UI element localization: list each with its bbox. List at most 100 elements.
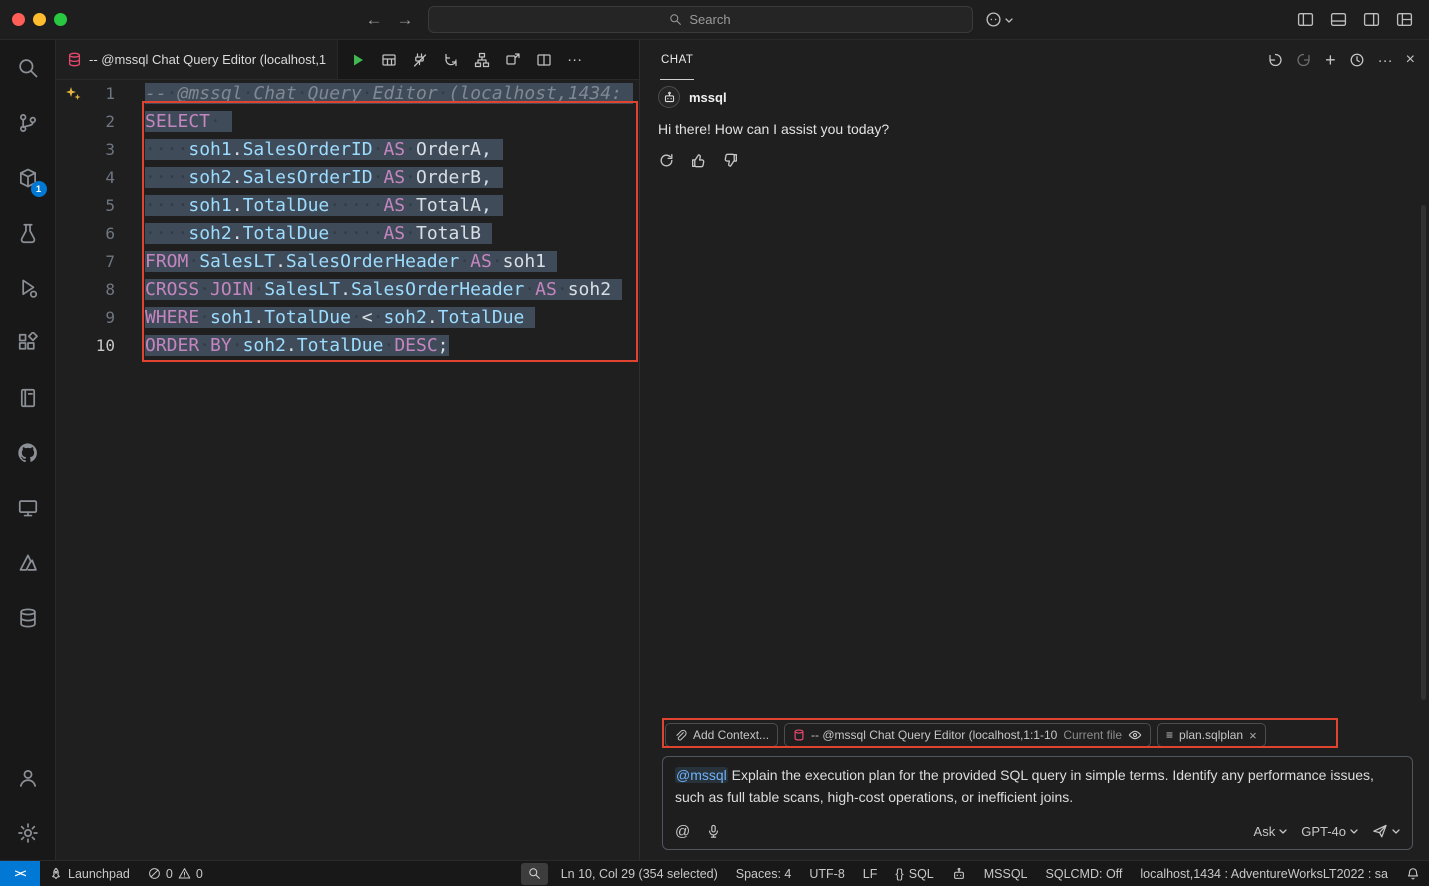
status-indentation[interactable]: Spaces: 4 [727, 861, 801, 886]
status-copilot[interactable] [943, 861, 975, 886]
estimated-plan-button[interactable] [474, 52, 490, 68]
line-number[interactable]: 7 [56, 248, 115, 276]
context-chip-plan-file[interactable]: ≡ plan.sqlplan × [1157, 723, 1266, 747]
line-number[interactable]: 8 [56, 276, 115, 304]
code-line[interactable]: ····soh1.SalesOrderID·AS·OrderA, [145, 136, 639, 164]
code-line[interactable]: ORDER·BY·soh2.TotalDue·DESC; [145, 332, 639, 360]
thumbs-up-icon[interactable] [690, 152, 707, 169]
more-actions-icon[interactable]: ··· [1378, 53, 1393, 68]
status-cursor-position[interactable]: Ln 10, Col 29 (354 selected) [552, 861, 727, 886]
customize-layout-icon[interactable] [1396, 11, 1413, 28]
sidebar-item-github[interactable] [0, 425, 56, 480]
mention-icon[interactable]: @ [675, 823, 690, 840]
line-number[interactable]: 10 [56, 332, 115, 360]
status-notifications[interactable] [1397, 861, 1429, 886]
sidebar-item-account[interactable] [0, 750, 56, 805]
close-chat-icon[interactable]: × [1406, 52, 1415, 68]
split-editor-button[interactable] [536, 52, 552, 68]
sidebar-item-docs[interactable] [0, 370, 56, 425]
results-grid-button[interactable] [381, 52, 397, 68]
new-chat-icon[interactable]: + [1325, 51, 1336, 69]
line-number[interactable]: 6 [56, 220, 115, 248]
title-bar: ← → Search [0, 0, 1429, 40]
add-context-button[interactable]: Add Context... [665, 723, 778, 747]
activity-bar: 1 [0, 40, 56, 860]
code-line[interactable]: ····soh2.TotalDue·····AS·TotalB [145, 220, 639, 248]
robot-icon [952, 867, 966, 881]
status-connection[interactable]: localhost,1434 : AdventureWorksLT2022 : … [1131, 861, 1397, 886]
sidebar-item-run-debug[interactable] [0, 260, 56, 315]
command-center-search[interactable]: Search [428, 6, 973, 33]
chat-input-text[interactable]: @mssql Explain the execution plan for th… [675, 764, 1400, 819]
close-window-button[interactable] [12, 13, 25, 26]
chat-panel: CHAT + ··· × [640, 40, 1429, 860]
toggle-secondary-sidebar-icon[interactable] [1363, 11, 1380, 28]
code-line[interactable]: ····soh2.SalesOrderID·AS·OrderB, [145, 164, 639, 192]
minimize-window-button[interactable] [33, 13, 46, 26]
toggle-sidebar-icon[interactable] [1297, 11, 1314, 28]
mssql-avatar [658, 86, 680, 108]
editor-group: -- @mssql Chat Query Editor (localhost,1 [56, 40, 640, 860]
sidebar-item-database-projects[interactable] [0, 590, 56, 645]
line-number[interactable]: 4 [56, 164, 115, 192]
sidebar-item-source-control[interactable] [0, 95, 56, 150]
sidebar-item-testing[interactable] [0, 205, 56, 260]
eye-icon[interactable] [1128, 728, 1142, 742]
mode-dropdown[interactable]: Ask [1254, 824, 1288, 839]
status-mssql[interactable]: MSSQL [975, 861, 1037, 886]
run-query-button[interactable] [350, 52, 366, 68]
sidebar-item-search[interactable] [0, 40, 56, 95]
sidebar-item-extensions[interactable] [0, 315, 56, 370]
query-options-button[interactable] [505, 52, 521, 68]
line-number[interactable]: 2 [56, 108, 115, 136]
change-connection-button[interactable] [443, 52, 459, 68]
status-zoom-button[interactable] [521, 863, 548, 885]
search-icon [17, 57, 39, 79]
line-number[interactable]: 5 [56, 192, 115, 220]
toggle-panel-icon[interactable] [1330, 11, 1347, 28]
code-editor[interactable]: 12345678910 --·@mssql·Chat·Query·Editor·… [56, 80, 639, 860]
regenerate-icon[interactable] [658, 152, 675, 169]
status-launchpad[interactable]: Launchpad [40, 861, 139, 886]
code-line[interactable]: ····soh1.TotalDue·····AS·TotalA, [145, 192, 639, 220]
copilot-menu-button[interactable] [985, 11, 1013, 28]
navigate-forward-button[interactable]: → [397, 10, 414, 30]
line-number[interactable]: 3 [56, 136, 115, 164]
sidebar-item-remote-explorer[interactable] [0, 480, 56, 535]
context-chip-current-file[interactable]: -- @mssql Chat Query Editor (localhost,1… [784, 723, 1151, 747]
remove-attachment-icon[interactable]: × [1249, 728, 1257, 743]
status-encoding[interactable]: UTF-8 [800, 861, 853, 886]
maximize-window-button[interactable] [54, 13, 67, 26]
code-line[interactable]: FROM·SalesLT.SalesOrderHeader·AS·soh1 [145, 248, 639, 276]
extensions-icon [17, 332, 39, 354]
redo-icon[interactable] [1296, 52, 1312, 68]
code-line[interactable]: SELECT· [145, 108, 639, 136]
history-icon[interactable] [1349, 52, 1365, 68]
disconnect-button[interactable] [412, 52, 428, 68]
status-sqlcmd[interactable]: SQLCMD: Off [1037, 861, 1132, 886]
paperclip-icon [674, 729, 687, 742]
copilot-sparkle-icon[interactable] [64, 85, 82, 103]
sidebar-item-settings[interactable] [0, 805, 56, 860]
status-language-mode[interactable]: {} SQL [886, 861, 942, 886]
undo-icon[interactable] [1267, 52, 1283, 68]
scrollbar[interactable] [1421, 205, 1426, 700]
remote-indicator[interactable]: >< [0, 861, 40, 886]
tab-mssql-query-editor[interactable]: -- @mssql Chat Query Editor (localhost,1 [56, 40, 338, 79]
thumbs-down-icon[interactable] [722, 152, 739, 169]
code-lines[interactable]: --·@mssql·Chat·Query·Editor·(localhost,1… [145, 80, 639, 860]
microphone-icon[interactable] [706, 824, 721, 839]
code-line[interactable]: WHERE·soh1.TotalDue·<·soh2.TotalDue [145, 304, 639, 332]
send-button[interactable] [1372, 823, 1400, 839]
chat-input-box[interactable]: @mssql Explain the execution plan for th… [662, 756, 1413, 850]
model-dropdown[interactable]: GPT-4o [1301, 824, 1358, 839]
sidebar-item-azure[interactable] [0, 535, 56, 590]
more-actions-icon[interactable]: ··· [567, 52, 582, 67]
navigate-back-button[interactable]: ← [366, 10, 383, 30]
code-line[interactable]: --·@mssql·Chat·Query·Editor·(localhost,1… [145, 80, 639, 108]
status-eol[interactable]: LF [854, 861, 887, 886]
sidebar-item-packages[interactable]: 1 [0, 150, 56, 205]
status-problems[interactable]: 0 0 [139, 861, 212, 886]
line-number[interactable]: 9 [56, 304, 115, 332]
code-line[interactable]: CROSS·JOIN·SalesLT.SalesOrderHeader·AS·s… [145, 276, 639, 304]
